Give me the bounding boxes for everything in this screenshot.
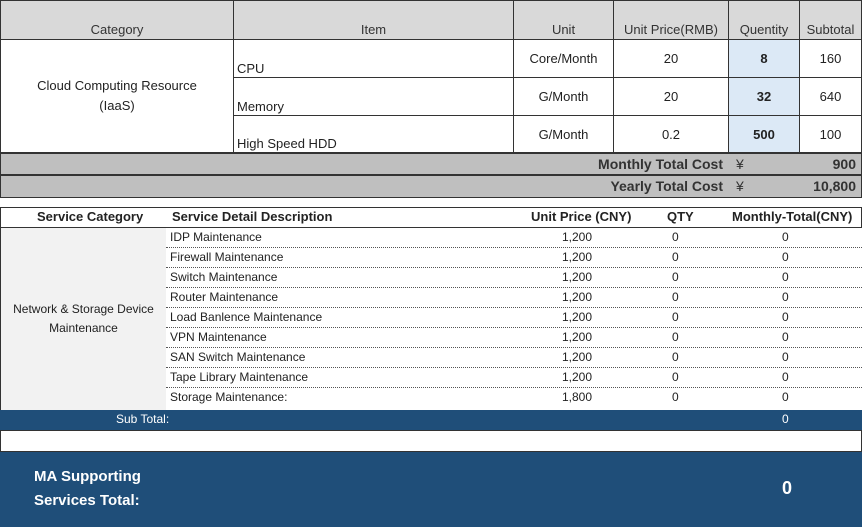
ma-total-label: MA Supporting Services Total: [34, 468, 141, 509]
unit-price: 1,200 [562, 270, 593, 284]
qty-value[interactable]: 0 [672, 230, 679, 244]
qty-value[interactable]: 0 [672, 350, 679, 364]
monthly-total-label: Monthly Total Cost [598, 156, 723, 172]
table-row[interactable]: SAN Switch Maintenance 1,200 0 0 [166, 348, 862, 368]
service-description: Storage Maintenance: [170, 390, 288, 404]
header-item: Item [233, 0, 514, 40]
subtotal-cell[interactable]: 640 [799, 77, 862, 116]
item-cell[interactable]: High Speed HDD [233, 115, 514, 153]
qty-value[interactable]: 0 [672, 330, 679, 344]
header-service-description: Service Detail Description [172, 209, 333, 224]
header-unit: Unit [513, 0, 614, 40]
ma-total-value: 0 [781, 478, 792, 498]
unit-cell[interactable]: G/Month [513, 77, 614, 116]
header-qty: QTY [667, 209, 694, 224]
iaas-category-label: Cloud Computing Resource (IaaS) [37, 78, 197, 113]
table-row[interactable]: VPN Maintenance 1,200 0 0 [166, 328, 862, 348]
service-description: Load Banlence Maintenance [170, 310, 323, 324]
iaas-category-cell: Cloud Computing Resource (IaaS) [0, 39, 234, 153]
service-description: Switch Maintenance [170, 270, 278, 284]
qty-value[interactable]: 0 [672, 290, 679, 304]
price-cell[interactable]: 20 [613, 39, 729, 78]
yearly-total-row: Yearly Total Cost ¥ 10,800 [0, 175, 862, 198]
qty-value[interactable]: 0 [672, 370, 679, 384]
maintenance-header-row: Service Category Service Detail Descript… [0, 207, 862, 228]
subtotal-value: 0 [782, 412, 789, 426]
monthly-total-value: 0 [782, 270, 789, 284]
monthly-total-value: 0 [782, 370, 789, 384]
monthly-total-value: 0 [782, 250, 789, 264]
table-row[interactable]: Router Maintenance 1,200 0 0 [166, 288, 862, 308]
monthly-total-value: 0 [782, 330, 789, 344]
unit-price: 1,800 [562, 390, 593, 404]
maintenance-category-cell: Network & Storage Device Maintenance [0, 228, 166, 410]
service-description: VPN Maintenance [170, 330, 267, 344]
monthly-total-value: 900 [832, 156, 856, 172]
subtotal-cell[interactable]: 160 [799, 39, 862, 78]
unit-cell[interactable]: G/Month [513, 115, 614, 153]
monthly-currency: ¥ [736, 156, 744, 172]
monthly-total-value: 0 [782, 310, 789, 324]
ma-supporting-total-panel: MA Supporting Services Total: 0 [0, 452, 862, 527]
header-unit-price-cny: Unit Price (CNY) [531, 209, 632, 224]
unit-price: 1,200 [562, 350, 593, 364]
qty-value[interactable]: 0 [672, 270, 679, 284]
subtotal-label: Sub Total: [116, 412, 170, 426]
monthly-total-value: 0 [782, 230, 789, 244]
table-row[interactable]: Tape Library Maintenance 1,200 0 0 [166, 368, 862, 388]
service-description: Firewall Maintenance [170, 250, 284, 264]
monthly-total-row: Monthly Total Cost ¥ 900 [0, 153, 862, 175]
quantity-input-cell[interactable]: 500 [728, 115, 800, 153]
qty-value[interactable]: 0 [672, 250, 679, 264]
qty-value[interactable]: 0 [672, 390, 679, 404]
unit-price: 1,200 [562, 330, 593, 344]
header-subtotal: Subtotal [799, 0, 862, 40]
service-description: IDP Maintenance [170, 230, 262, 244]
monthly-total-value: 0 [782, 350, 789, 364]
table-row[interactable]: IDP Maintenance 1,200 0 0 [166, 228, 862, 248]
price-cell[interactable]: 20 [613, 77, 729, 116]
table-row[interactable]: Load Banlence Maintenance 1,200 0 0 [166, 308, 862, 328]
unit-price: 1,200 [562, 250, 593, 264]
unit-cell[interactable]: Core/Month [513, 39, 614, 78]
unit-price: 1,200 [562, 370, 593, 384]
quantity-input-cell[interactable]: 32 [728, 77, 800, 116]
header-monthly-total: Monthly-Total(CNY) [732, 209, 853, 224]
table-row[interactable]: Storage Maintenance: 1,800 0 0 [166, 388, 862, 408]
subtotal-cell[interactable]: 100 [799, 115, 862, 153]
price-cell[interactable]: 0.2 [613, 115, 729, 153]
yearly-total-value: 10,800 [813, 178, 856, 194]
blank-row [0, 430, 862, 452]
monthly-total-value: 0 [782, 390, 789, 404]
quantity-input-cell[interactable]: 8 [728, 39, 800, 78]
header-unit-price: Unit Price(RMB) [613, 0, 729, 40]
item-cell[interactable]: CPU [233, 39, 514, 78]
item-cell[interactable]: Memory [233, 77, 514, 116]
monthly-total-value: 0 [782, 290, 789, 304]
qty-value[interactable]: 0 [672, 310, 679, 324]
unit-price: 1,200 [562, 230, 593, 244]
unit-price: 1,200 [562, 290, 593, 304]
header-service-category: Service Category [37, 209, 144, 224]
maintenance-category-label: Network & Storage Device Maintenance [13, 302, 154, 335]
header-quantity: Quentity [728, 0, 800, 40]
maintenance-subtotal-row: Sub Total: 0 [0, 410, 862, 430]
service-description: Router Maintenance [170, 290, 279, 304]
table-row[interactable]: Switch Maintenance 1,200 0 0 [166, 268, 862, 288]
header-category: Category [0, 0, 234, 40]
yearly-currency: ¥ [736, 178, 744, 194]
service-description: Tape Library Maintenance [170, 370, 309, 384]
table-row[interactable]: Firewall Maintenance 1,200 0 0 [166, 248, 862, 268]
iaas-table: Category Item Unit Unit Price(RMB) Quent… [0, 0, 862, 198]
maintenance-table: Service Category Service Detail Descript… [0, 207, 862, 431]
yearly-total-label: Yearly Total Cost [610, 178, 723, 194]
service-description: SAN Switch Maintenance [170, 350, 306, 364]
unit-price: 1,200 [562, 310, 593, 324]
